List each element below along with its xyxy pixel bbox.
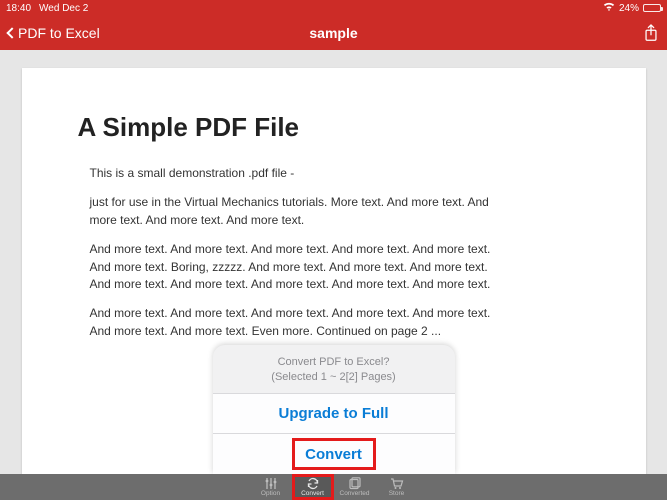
tab-label: Option	[261, 490, 280, 497]
upgrade-button[interactable]: Upgrade to Full	[213, 394, 455, 434]
status-time: 18:40	[6, 3, 31, 14]
chevron-left-icon	[6, 27, 17, 38]
app-root: 18:40 Wed Dec 2 24% PDF to Excel sample …	[0, 0, 667, 500]
share-icon	[643, 24, 659, 42]
sheet-header: Convert PDF to Excel? (Selected 1 ~ 2[2]…	[213, 345, 455, 394]
document-paragraph: just for use in the Virtual Mechanics tu…	[90, 194, 508, 229]
tab-option[interactable]: Option	[250, 474, 292, 500]
page-title: sample	[0, 25, 667, 41]
share-button[interactable]	[643, 24, 659, 42]
files-icon	[348, 477, 362, 490]
status-date: Wed Dec 2	[39, 3, 88, 14]
sheet-subtitle: (Selected 1 ~ 2[2] Pages)	[223, 370, 445, 385]
convert-action-sheet: Convert PDF to Excel? (Selected 1 ~ 2[2]…	[213, 345, 455, 474]
document-paragraph: And more text. And more text. And more t…	[90, 241, 508, 293]
sliders-icon	[264, 477, 278, 490]
document-heading: A Simple PDF File	[78, 112, 590, 143]
tab-label: Store	[389, 490, 405, 497]
tab-store[interactable]: Store	[376, 474, 418, 500]
document-paragraph: This is a small demonstration .pdf file …	[90, 165, 508, 182]
tab-convert[interactable]: Convert	[292, 474, 334, 500]
convert-button[interactable]: Convert	[213, 434, 455, 474]
back-button[interactable]: PDF to Excel	[8, 25, 100, 41]
cart-icon	[390, 477, 404, 490]
convert-label: Convert	[305, 446, 362, 463]
status-bar: 18:40 Wed Dec 2 24%	[0, 0, 667, 16]
document-paragraph: And more text. And more text. And more t…	[90, 305, 508, 340]
wifi-icon	[603, 2, 615, 14]
nav-bar: PDF to Excel sample	[0, 16, 667, 50]
tab-label: Convert	[301, 490, 324, 497]
back-label: PDF to Excel	[18, 25, 100, 41]
tab-bar: Option Convert Converted Store	[0, 474, 667, 500]
refresh-icon	[306, 477, 320, 490]
tab-label: Converted	[340, 490, 370, 497]
upgrade-label: Upgrade to Full	[279, 405, 389, 422]
sheet-title: Convert PDF to Excel?	[223, 355, 445, 370]
tab-converted[interactable]: Converted	[334, 474, 376, 500]
battery-pct: 24%	[619, 3, 639, 14]
battery-icon	[643, 4, 661, 12]
